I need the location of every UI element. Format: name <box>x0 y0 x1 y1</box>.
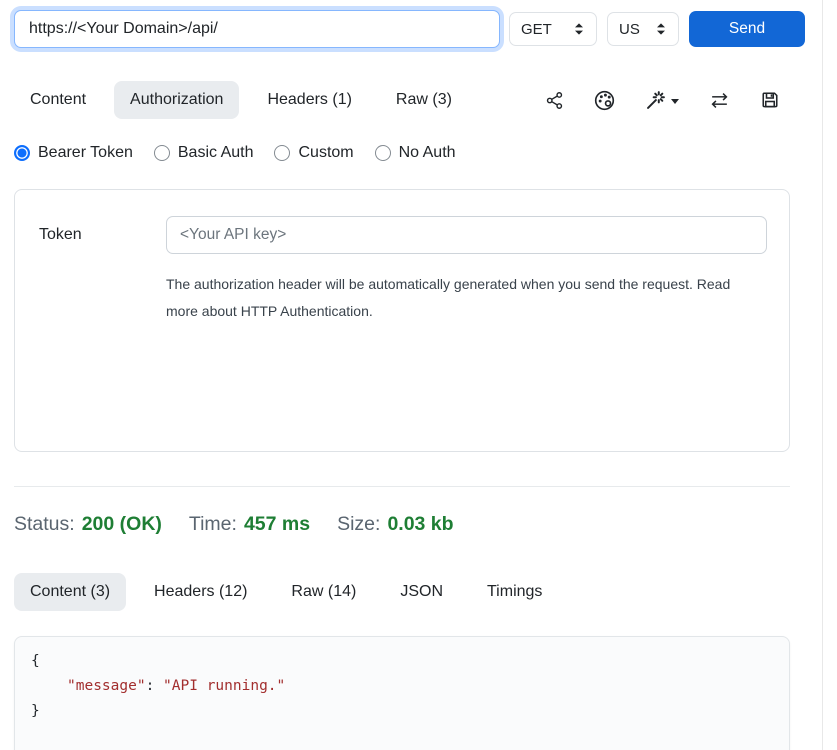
select-updown-icon <box>655 22 667 36</box>
save-icon[interactable] <box>760 90 780 110</box>
time-label: Time: <box>189 513 237 535</box>
radio-label: Custom <box>298 144 353 162</box>
radio-icon <box>154 145 170 161</box>
code-line: "message": "API running." <box>31 674 773 699</box>
radio-icon <box>375 145 391 161</box>
radio-bearer-token[interactable]: Bearer Token <box>14 144 133 162</box>
radio-selected-icon <box>14 145 30 161</box>
radio-basic-auth[interactable]: Basic Auth <box>154 144 254 162</box>
select-updown-icon <box>573 22 585 36</box>
magic-wand-dropdown-icon[interactable] <box>645 90 679 111</box>
code-line: { <box>31 649 773 674</box>
response-tab-row: Content (3) Headers (12) Raw (14) JSON T… <box>14 573 780 611</box>
code-line: } <box>31 699 773 724</box>
size-value: 0.03 kb <box>387 513 453 535</box>
time-pair: Time: 457 ms <box>189 513 310 536</box>
tab-response-json[interactable]: JSON <box>384 573 459 611</box>
size-label: Size: <box>337 513 380 535</box>
send-button[interactable]: Send <box>689 11 805 47</box>
share-icon[interactable] <box>545 91 564 110</box>
chevron-down-icon <box>671 99 679 104</box>
time-value: 457 ms <box>244 513 310 535</box>
tab-response-content[interactable]: Content (3) <box>14 573 126 611</box>
request-toolbar <box>545 90 780 111</box>
json-separator: : <box>146 678 163 694</box>
request-bar: GET US Send <box>14 10 806 48</box>
radio-label: No Auth <box>399 144 456 162</box>
size-pair: Size: 0.03 kb <box>337 513 454 536</box>
radio-custom[interactable]: Custom <box>274 144 353 162</box>
status-label: Status: <box>14 513 75 535</box>
section-divider <box>14 486 790 487</box>
tab-headers[interactable]: Headers (1) <box>251 81 367 119</box>
json-key: "message" <box>67 678 146 694</box>
url-input[interactable] <box>14 10 500 48</box>
response-json-code: { "message": "API running." } <box>31 649 773 724</box>
json-value: "API running." <box>163 678 285 694</box>
token-panel: Token The authorization header will be a… <box>14 189 790 452</box>
page-right-divider <box>822 0 823 750</box>
radio-label: Bearer Token <box>38 144 133 162</box>
tab-content[interactable]: Content <box>14 81 102 119</box>
token-label: Token <box>39 216 166 451</box>
response-body-block: { "message": "API running." } <box>14 636 790 750</box>
tab-response-timings[interactable]: Timings <box>471 573 558 611</box>
radio-label: Basic Auth <box>178 144 254 162</box>
request-tab-row: Content Authorization Headers (1) Raw (3… <box>14 81 780 119</box>
token-input[interactable] <box>166 216 767 254</box>
region-select[interactable]: US <box>607 12 679 46</box>
tab-response-raw[interactable]: Raw (14) <box>275 573 372 611</box>
token-helper-text: The authorization header will be automat… <box>166 271 766 324</box>
region-select-value: US <box>619 21 640 38</box>
radio-icon <box>274 145 290 161</box>
status-value: 200 (OK) <box>82 513 162 535</box>
tab-response-headers[interactable]: Headers (12) <box>138 573 263 611</box>
api-client-page: GET US Send Content Authorization Header… <box>0 0 837 750</box>
status-pair: Status: 200 (OK) <box>14 513 162 536</box>
palette-icon[interactable] <box>594 90 615 111</box>
tab-authorization[interactable]: Authorization <box>114 81 239 119</box>
radio-no-auth[interactable]: No Auth <box>375 144 456 162</box>
response-summary: Status: 200 (OK) Time: 457 ms Size: 0.03 kb <box>14 513 806 536</box>
tab-raw[interactable]: Raw (3) <box>380 81 468 119</box>
method-select[interactable]: GET <box>509 12 597 46</box>
swap-arrows-icon[interactable] <box>709 90 730 111</box>
auth-type-options: Bearer Token Basic Auth Custom No Auth <box>14 144 806 162</box>
method-select-value: GET <box>521 21 552 38</box>
